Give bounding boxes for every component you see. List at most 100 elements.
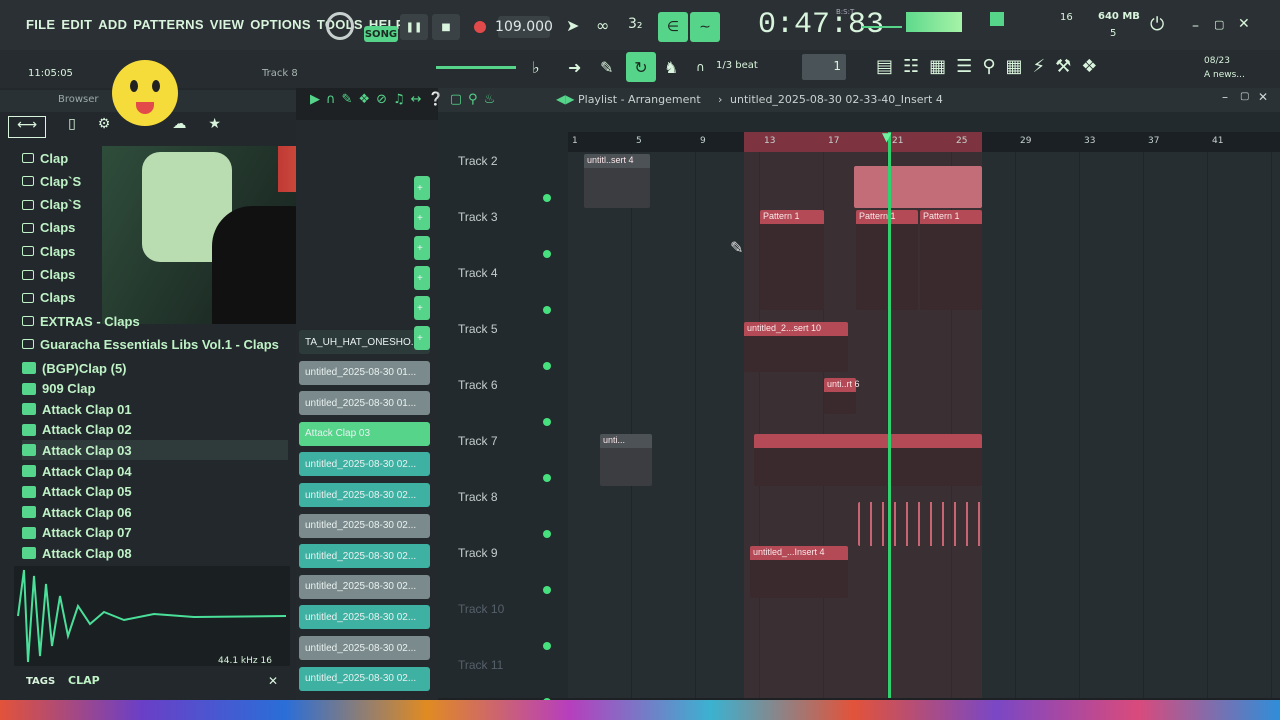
track-mute-indicator[interactable] xyxy=(543,418,551,426)
picker-item[interactable]: untitled_2025-08-30 02... xyxy=(299,483,430,507)
browser-item[interactable]: Attack Clap 01 xyxy=(22,399,132,419)
star-icon[interactable]: ★ xyxy=(208,116,221,138)
clip-track3-pattern-b[interactable]: Pattern 1 xyxy=(856,210,918,310)
record-button[interactable] xyxy=(474,21,486,33)
track-label[interactable]: Track 6 xyxy=(458,378,498,392)
clip-track5-audio[interactable]: untitled_2...sert 10 xyxy=(744,322,848,372)
track-label[interactable]: Track 10 xyxy=(458,602,504,616)
track-label[interactable]: Track 11 xyxy=(458,658,503,672)
browser-item[interactable]: Clap`S xyxy=(22,195,81,215)
playlist-arrow-icon[interactable]: ◀▶ xyxy=(556,92,574,106)
tempo-display[interactable]: 109.000 xyxy=(495,16,553,38)
stop-button[interactable]: ■ xyxy=(432,14,460,40)
browser-item[interactable]: Attack Clap 02 xyxy=(22,420,132,440)
playlist-minimize-icon[interactable]: – xyxy=(1222,90,1228,104)
magnet-snap-button[interactable]: ↻ xyxy=(626,52,656,82)
plugin-tab-icon[interactable]: ⚙ xyxy=(98,116,111,138)
playhead-marker-icon[interactable]: ▼ xyxy=(882,130,891,144)
browser-item[interactable]: Attack Clap 08 xyxy=(22,543,132,563)
clip-track6-audio[interactable]: unti..rt 6 xyxy=(824,378,860,414)
browser-item[interactable]: Claps xyxy=(22,265,75,285)
picker-item[interactable]: untitled_2025-08-30 02... xyxy=(299,666,430,691)
track-label[interactable]: Track 9 xyxy=(458,546,498,560)
menu-file[interactable]: FILE xyxy=(26,17,55,32)
picker-item[interactable]: untitled_2025-08-30 01... xyxy=(299,360,430,385)
browser-all-tab[interactable]: ⟷ xyxy=(8,116,47,138)
menu-add[interactable]: ADD xyxy=(98,17,127,32)
playlist-close-icon[interactable]: ✕ xyxy=(1258,90,1268,104)
metronome-icon[interactable]: ➤ xyxy=(566,16,579,35)
picker-item[interactable]: untitled_2025-08-30 02... xyxy=(299,605,430,630)
track-mute-indicator[interactable] xyxy=(543,586,551,594)
browser-item[interactable]: 909 Clap xyxy=(22,379,95,399)
browser-item[interactable]: Claps xyxy=(22,241,75,261)
browser-item[interactable]: Clap`S xyxy=(22,171,81,191)
blend-notes-button[interactable]: ∈ xyxy=(658,12,688,42)
plugin-icon[interactable]: ⚲ xyxy=(982,56,995,77)
menu-edit[interactable]: EDIT xyxy=(61,17,92,32)
clip-track7-left[interactable]: unti... xyxy=(600,434,652,486)
track-mute-indicator[interactable] xyxy=(543,362,551,370)
track-label[interactable]: Track 7 xyxy=(458,434,498,448)
playback-tool-icon[interactable]: ♨ xyxy=(484,92,496,107)
snap-select[interactable]: 1/3 beat xyxy=(716,60,758,71)
browser-icon[interactable]: ▦ xyxy=(1006,56,1023,77)
pattern-selector[interactable]: 1 xyxy=(802,54,846,80)
clip-track2-a[interactable]: untitl..sert 4 xyxy=(584,154,650,208)
piano-icon[interactable]: ♭ xyxy=(532,58,540,77)
picker-item[interactable]: untitled_2025-08-30 01... xyxy=(299,391,430,416)
close-icon[interactable]: ✕ xyxy=(1238,16,1250,32)
zoom-tool-icon[interactable]: ⚲ xyxy=(468,92,478,107)
add-channel-icon[interactable]: + xyxy=(414,296,430,320)
document-icon[interactable]: ▯ xyxy=(68,116,76,138)
power-icon[interactable]: ⏻ xyxy=(1150,14,1164,35)
news-text[interactable]: A news... xyxy=(1204,70,1245,80)
picker-item[interactable]: untitled_2025-08-30 02... xyxy=(299,574,430,599)
paint-tool-icon[interactable]: ❖ xyxy=(358,92,370,107)
clip-track8-hits[interactable] xyxy=(858,502,982,546)
delete-tool-icon[interactable]: ⊘ xyxy=(376,92,387,107)
browser-item[interactable]: Attack Clap 04 xyxy=(22,461,132,481)
track-mute-indicator[interactable] xyxy=(543,474,551,482)
tags-label[interactable]: TAGS xyxy=(26,676,55,687)
track-mute-indicator[interactable] xyxy=(543,250,551,258)
track-mute-indicator[interactable] xyxy=(543,530,551,538)
arrow-right-icon[interactable]: ➜ xyxy=(568,58,581,77)
menu-view[interactable]: VIEW xyxy=(210,17,244,32)
add-channel-icon[interactable]: + xyxy=(414,206,430,230)
browser-item[interactable]: Attack Clap 06 xyxy=(22,502,132,522)
slice-tool-icon[interactable]: ❔ xyxy=(428,92,444,107)
picker-item[interactable]: untitled_2025-08-30 02... xyxy=(299,452,430,477)
browser-item[interactable]: Guaracha Essentials Libs Vol.1 - Claps xyxy=(22,334,279,354)
add-channel-icon[interactable]: + xyxy=(414,266,430,290)
play-tool-icon[interactable]: ▶ xyxy=(310,92,320,107)
master-volume-knob[interactable] xyxy=(326,12,354,40)
close-tags-icon[interactable]: ✕ xyxy=(268,674,278,688)
browser-item[interactable]: Attack Clap 03 xyxy=(22,440,288,461)
picker-item[interactable]: untitled_2025-08-30 02... xyxy=(299,544,430,569)
browser-item[interactable]: Clap xyxy=(22,148,68,168)
loop-region[interactable] xyxy=(744,132,982,152)
slip-tool-icon[interactable]: ↔ xyxy=(411,92,422,107)
browser-item[interactable]: Attack Clap 05 xyxy=(22,482,132,502)
playlist-icon[interactable]: ▤ xyxy=(876,56,893,77)
maximize-icon[interactable]: ▢ xyxy=(1214,18,1224,31)
track-mute-indicator[interactable] xyxy=(543,642,551,650)
browser-item[interactable]: Attack Clap 07 xyxy=(22,523,132,543)
picker-item[interactable]: untitled_2025-08-30 02... xyxy=(299,513,430,538)
song-mode-button[interactable]: SONG xyxy=(364,26,398,42)
browser-item[interactable]: (BGP)Clap (5) xyxy=(22,358,127,378)
magnet-icon[interactable]: ∩ xyxy=(696,60,705,74)
pause-button[interactable]: ❚❚ xyxy=(400,14,428,40)
clip-track9-audio[interactable]: untitled_...Insert 4 xyxy=(750,546,848,598)
add-channel-icon[interactable]: + xyxy=(414,176,430,200)
mixer-icon[interactable]: ☰ xyxy=(956,56,972,77)
browser-item[interactable]: Claps xyxy=(22,288,75,308)
tag-clap[interactable]: CLAP xyxy=(68,674,100,687)
mute-tool-icon[interactable]: ♫ xyxy=(393,92,405,107)
menu-patterns[interactable]: PATTERNS xyxy=(133,17,204,32)
track-label[interactable]: Track 4 xyxy=(458,266,498,280)
track-label[interactable]: Track 8 xyxy=(458,490,498,504)
channel-rack-icon[interactable]: ☷ xyxy=(903,56,919,77)
track-mute-indicator[interactable] xyxy=(543,306,551,314)
